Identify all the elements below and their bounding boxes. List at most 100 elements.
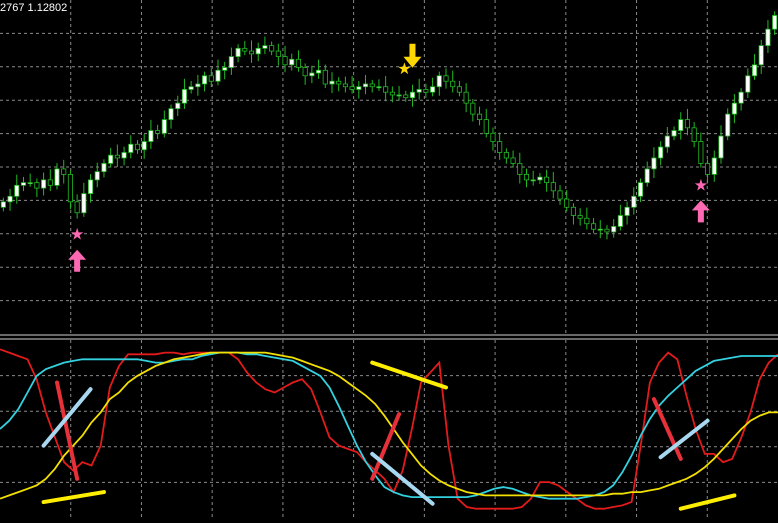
candle-body bbox=[637, 182, 644, 197]
chart-canvas[interactable]: ★★★ bbox=[0, 0, 778, 518]
candle-body bbox=[67, 173, 73, 203]
candle-body bbox=[423, 89, 429, 93]
candle-body bbox=[597, 228, 603, 231]
candle-body bbox=[550, 182, 556, 192]
candle-body bbox=[342, 83, 348, 88]
candle-body bbox=[255, 47, 261, 55]
candle-body bbox=[74, 201, 80, 214]
candle-body bbox=[684, 119, 691, 129]
candle-body bbox=[718, 135, 724, 159]
candle-body bbox=[134, 143, 141, 151]
candle-body bbox=[87, 179, 94, 194]
candle-body bbox=[208, 75, 214, 82]
candle-body bbox=[436, 75, 442, 88]
candle-body bbox=[624, 206, 630, 216]
candle-body bbox=[383, 86, 389, 93]
candle-body bbox=[54, 168, 60, 186]
candle-body bbox=[376, 86, 382, 89]
candle-body bbox=[483, 119, 489, 134]
candle-body bbox=[450, 80, 456, 88]
candle-body bbox=[544, 176, 550, 184]
candle-body bbox=[329, 80, 335, 85]
candle-body bbox=[235, 47, 241, 57]
candle-body bbox=[7, 195, 13, 203]
candle-body bbox=[168, 108, 174, 120]
candle-body bbox=[369, 83, 375, 88]
candle-body bbox=[275, 50, 281, 57]
osc-fast-line bbox=[0, 348, 778, 510]
candle-body bbox=[503, 152, 509, 159]
ohlc-readout: 2767 1.12802 bbox=[0, 2, 68, 14]
candle-body bbox=[644, 168, 650, 184]
candle-body bbox=[772, 15, 778, 30]
candle-body bbox=[302, 67, 308, 77]
candle-body bbox=[181, 89, 187, 104]
candle-body bbox=[557, 190, 563, 200]
candle-body bbox=[725, 113, 731, 137]
candle-body bbox=[631, 195, 637, 208]
candle-body bbox=[81, 193, 87, 214]
candle-body bbox=[14, 184, 20, 197]
candle-body bbox=[738, 91, 744, 104]
candle-body bbox=[570, 206, 576, 216]
candle-body bbox=[456, 86, 462, 93]
divergence-mark bbox=[41, 490, 106, 505]
candle-body bbox=[611, 226, 617, 233]
candle-body bbox=[228, 56, 234, 68]
candle-body bbox=[114, 154, 120, 159]
candle-body bbox=[175, 102, 181, 110]
candle-body bbox=[409, 91, 416, 99]
candle-body bbox=[289, 58, 295, 66]
candle-body bbox=[202, 75, 208, 85]
candle-body bbox=[101, 163, 107, 173]
candle-body bbox=[530, 179, 536, 182]
candle-body bbox=[195, 83, 201, 88]
candle-body bbox=[356, 86, 362, 90]
candle-body bbox=[678, 119, 684, 131]
candle-body bbox=[389, 91, 395, 96]
candle-body bbox=[403, 94, 409, 99]
candle-body bbox=[430, 86, 436, 93]
candle-body bbox=[27, 182, 33, 185]
candle-body bbox=[148, 130, 154, 142]
candle-body bbox=[671, 130, 677, 137]
candle-body bbox=[282, 56, 288, 66]
buy-star-icon: ★ bbox=[694, 175, 708, 194]
candle-body bbox=[691, 127, 697, 142]
buy-star-icon: ★ bbox=[70, 225, 84, 244]
candle-body bbox=[47, 179, 53, 186]
candle-body bbox=[269, 45, 275, 52]
candle-body bbox=[295, 58, 302, 68]
candle-body bbox=[0, 201, 6, 208]
candle-body bbox=[34, 182, 40, 189]
candle-body bbox=[731, 102, 737, 115]
candle-body bbox=[745, 75, 751, 93]
candle-body bbox=[651, 157, 657, 170]
candle-body bbox=[242, 47, 248, 52]
candle-body bbox=[94, 171, 100, 181]
candle-body bbox=[349, 86, 355, 90]
candle-body bbox=[664, 135, 670, 148]
candle-body bbox=[584, 217, 590, 225]
candle-body bbox=[490, 132, 496, 142]
candle-body bbox=[141, 141, 147, 151]
candle-body bbox=[765, 28, 771, 47]
candle-body bbox=[510, 157, 516, 164]
candle-body bbox=[222, 67, 228, 71]
candle-body bbox=[41, 179, 47, 189]
candle-body bbox=[476, 113, 483, 121]
candle-body bbox=[108, 154, 114, 164]
candle-body bbox=[316, 69, 322, 74]
candle-body bbox=[523, 173, 530, 181]
candle-body bbox=[577, 215, 583, 219]
candle-body bbox=[470, 102, 476, 115]
candle-body bbox=[705, 163, 711, 175]
candle-body bbox=[463, 91, 469, 104]
candle-body bbox=[61, 168, 67, 175]
candle-body bbox=[497, 141, 503, 153]
candle-body bbox=[396, 94, 402, 97]
candle-body bbox=[564, 198, 570, 208]
candle-body bbox=[711, 157, 717, 175]
candle-body bbox=[416, 89, 422, 93]
candle-body bbox=[658, 146, 664, 159]
